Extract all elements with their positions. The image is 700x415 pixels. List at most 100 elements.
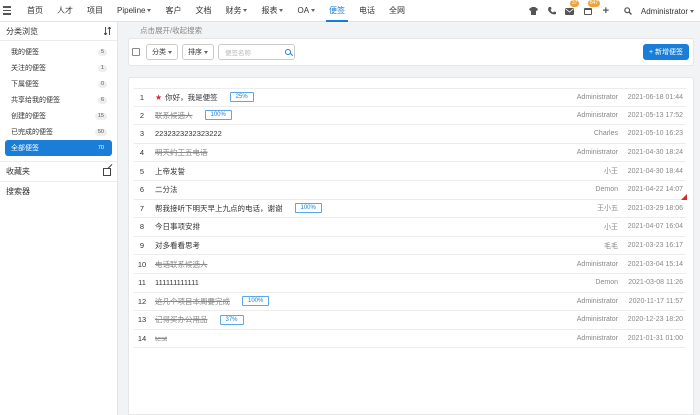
nav-item-label: 项目 <box>87 5 103 15</box>
note-owner: Demon <box>595 186 618 194</box>
sort-icon[interactable] <box>104 27 111 35</box>
search-section[interactable]: 搜索器 <box>0 181 117 201</box>
mail-icon[interactable]: 37 <box>561 0 580 22</box>
nav-item[interactable]: 客户 <box>158 0 188 22</box>
note-number: 6 <box>139 185 145 195</box>
search-icon[interactable] <box>619 0 637 22</box>
sidebar-item[interactable]: 下属便签 0 <box>5 76 112 92</box>
note-row[interactable]: 12 这几个项目本周要完成 100% Administrator 2020-11-17 … <box>134 293 686 312</box>
nav-item-label: 财务 <box>225 5 242 15</box>
nav-item[interactable]: 首页 <box>20 0 50 22</box>
note-text-wrap: 明天约王五电话 <box>155 147 208 158</box>
nav-item[interactable]: 便签 <box>322 0 352 22</box>
menu-icon[interactable] <box>3 6 17 15</box>
note-row[interactable]: 4 明天约王五电话 Administrator 2021-04-30 18:24 <box>134 144 686 163</box>
nav-item[interactable]: 全网 <box>382 0 412 22</box>
note-title[interactable]: 上帝发誓 <box>155 166 185 177</box>
note-row[interactable]: 14 test Administrator 2021-01-31 01:00 <box>134 330 686 349</box>
sidebar-item[interactable]: 我的便签 5 <box>5 44 112 60</box>
nav-item-label: OA <box>297 5 310 15</box>
note-row[interactable]: 3 2232323232323222 Charles 2021-05-10 16:23 <box>134 125 686 144</box>
note-row[interactable]: 10 电话联系候选人 Administrator 2021-03-04 15:14 <box>134 255 686 274</box>
nav-item-label: Pipeline <box>117 5 146 15</box>
phone-icon[interactable] <box>543 0 561 22</box>
nav-item[interactable]: 人才 <box>50 0 80 22</box>
sort-dropdown[interactable]: 排序 <box>182 44 214 60</box>
note-time: 2021-05-10 16:23 <box>627 130 683 138</box>
category-dropdown[interactable]: 分类 <box>146 44 178 60</box>
sidebar-title: 分类浏览 <box>6 26 38 36</box>
category-label: 分类 <box>152 49 166 56</box>
note-title[interactable]: 帮我接听下明天早上九点的电话，谢谢 <box>155 203 283 214</box>
note-title[interactable]: 记得买办公用品 <box>155 314 208 325</box>
note-title[interactable]: 你好，我是便签 <box>165 92 218 103</box>
nav-item[interactable]: 报表 <box>254 0 290 22</box>
note-number: 4 <box>139 148 145 158</box>
note-title[interactable]: 明天约王五电话 <box>155 147 208 158</box>
note-number: 8 <box>139 222 145 232</box>
search-icon[interactable] <box>285 49 291 55</box>
note-row[interactable]: 2 联系候选人 100% Administrator 2021-05-13 17:52 <box>134 107 686 126</box>
note-text-wrap: 对多看看思考 <box>155 240 200 251</box>
chevron-down-icon <box>147 8 152 12</box>
note-text-wrap: 上帝发誓 <box>155 166 185 177</box>
sidebar-item[interactable]: 共享给我的便签 6 <box>5 92 112 108</box>
note-title[interactable]: 2232323232323222 <box>155 129 222 138</box>
note-title[interactable]: 联系候选人 <box>155 110 193 121</box>
note-title[interactable]: 今日事项安排 <box>155 221 200 232</box>
nav-item[interactable]: 电话 <box>352 0 382 22</box>
note-time: 2021-04-30 18:24 <box>627 149 683 157</box>
search-label: 搜索器 <box>6 187 30 196</box>
note-owner: Administrator <box>576 335 618 343</box>
note-owner: Administrator <box>576 297 618 305</box>
note-title[interactable]: 二分法 <box>155 184 178 195</box>
note-owner: Administrator <box>576 260 618 268</box>
note-row[interactable]: 11 111111111111 Demon 2021-03-08 11:26 <box>134 274 686 293</box>
sidebar-item-count: 6 <box>97 96 107 104</box>
note-title[interactable]: 111111111111 <box>155 278 199 287</box>
sidebar-item[interactable]: 全部便签 70 <box>5 140 112 156</box>
sidebar-item[interactable]: 关注的便签 1 <box>5 60 112 76</box>
note-time: 2021-03-29 18:06 <box>627 204 683 212</box>
note-row[interactable]: 13 记得买办公用品 37% Administrator 2020-12-23 18:2… <box>134 311 686 330</box>
new-note-button[interactable]: + 新增便签 <box>642 44 689 60</box>
nav-item[interactable]: 文档 <box>188 0 218 22</box>
plus-icon[interactable]: + <box>597 0 615 22</box>
note-title[interactable]: 这几个项目本周要完成 <box>155 296 230 307</box>
sidebar-header: 分类浏览 <box>0 22 117 41</box>
note-row[interactable]: 8 今日事项安排 小王 2021-04-07 16:04 <box>134 218 686 237</box>
sidebar-item[interactable]: 创建的便签 15 <box>5 108 112 124</box>
note-number: 12 <box>137 296 147 306</box>
chevron-down-icon <box>204 50 208 54</box>
chevron-down-icon <box>690 9 694 13</box>
note-search-input[interactable]: 便签名称 <box>218 44 295 60</box>
nav-item[interactable]: Pipeline <box>110 0 158 22</box>
nav-item[interactable]: OA <box>290 0 322 22</box>
nav-item[interactable]: 财务 <box>218 0 254 22</box>
note-title[interactable]: test <box>155 334 167 343</box>
note-row[interactable]: 5 上帝发誓 小王 2021-04-30 18:44 <box>134 162 686 181</box>
note-title[interactable]: 对多看看思考 <box>155 240 200 251</box>
tshirt-icon[interactable] <box>525 0 543 22</box>
toggle-search-hint[interactable]: 点击展开/收起搜索 <box>140 25 202 36</box>
sidebar-item[interactable]: 已完成的便签 50 <box>5 124 112 140</box>
note-title[interactable]: 电话联系候选人 <box>155 259 208 270</box>
sidebar-item-label: 共享给我的便签 <box>11 97 60 104</box>
note-row[interactable]: 7 帮我接听下明天早上九点的电话，谢谢 100% 王小五 2021-03-29 18:0… <box>134 200 686 219</box>
note-row[interactable]: 1 ★ 你好，我是便签 25% Administrator 2021-06-18 01:4… <box>134 88 686 107</box>
select-all-checkbox[interactable] <box>132 48 140 56</box>
sidebar-item-count: 15 <box>94 112 107 120</box>
edit-icon[interactable] <box>103 167 111 176</box>
note-number: 5 <box>139 166 145 176</box>
nav-item[interactable]: 项目 <box>80 0 110 22</box>
calendar-icon[interactable]: 847 <box>579 0 601 22</box>
favorites-section[interactable]: 收藏夹 <box>0 161 117 181</box>
sidebar-item-label: 已完成的便签 <box>11 129 53 136</box>
user-menu[interactable]: Administrator <box>637 7 700 16</box>
progress-badge: 100% <box>204 110 232 121</box>
note-row[interactable]: 6 二分法 Demon 2021-04-22 14:07 <box>134 181 687 200</box>
search-placeholder: 便签名称 <box>225 50 251 57</box>
note-number: 14 <box>137 334 147 344</box>
note-row[interactable]: 9 对多看看思考 毛毛 2021-03-23 16:17 <box>134 237 686 256</box>
star-icon[interactable]: ★ <box>155 93 162 102</box>
